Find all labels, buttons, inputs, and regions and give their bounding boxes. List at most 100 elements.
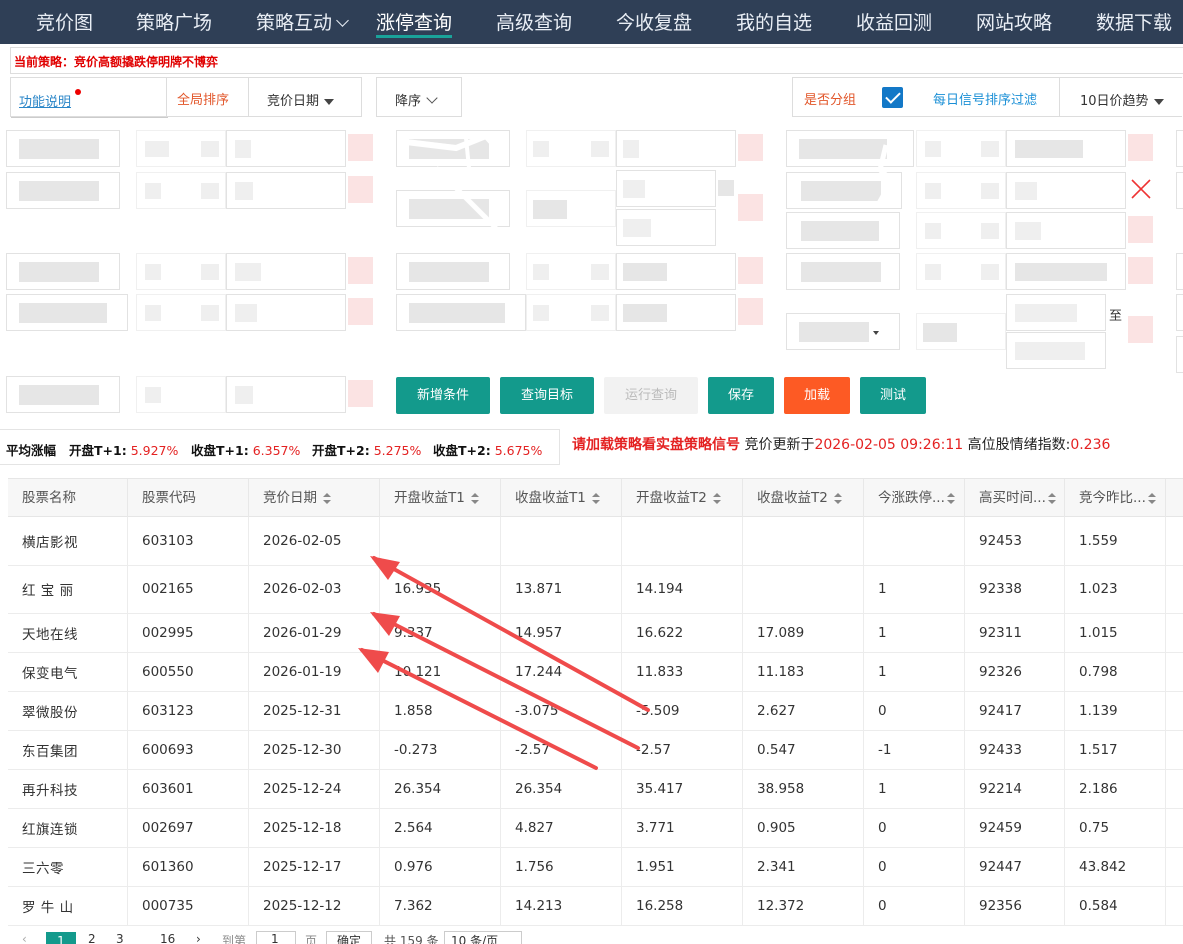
group-checkbox[interactable] — [882, 87, 903, 108]
nav-item-auction-chart[interactable]: 竞价图 — [36, 0, 93, 44]
filter-value[interactable] — [616, 170, 716, 207]
filter-operator[interactable] — [916, 253, 1006, 290]
nav-item-strategy-square[interactable]: 策略广场 — [136, 0, 212, 44]
test-button[interactable]: 测试 — [860, 377, 926, 414]
sort-icon[interactable] — [1147, 492, 1156, 504]
filter-field[interactable] — [1176, 294, 1183, 331]
column-header-limit-status[interactable]: 今涨跌停... — [864, 479, 965, 518]
load-button[interactable]: 加载 — [784, 377, 850, 414]
filter-operator[interactable] — [916, 212, 1006, 249]
filter-field[interactable] — [786, 253, 900, 290]
nav-item-limit-up-query[interactable]: 涨停查询 — [376, 0, 453, 44]
remove-condition-button[interactable] — [738, 257, 763, 284]
column-header-open-return-t1[interactable]: 开盘收益T1 — [380, 479, 501, 518]
filter-value[interactable] — [616, 209, 716, 246]
remove-condition-button[interactable] — [348, 257, 373, 284]
sort-icon[interactable] — [591, 492, 600, 504]
table-row[interactable]: 红旗连锁 002697 2025-12-18 2.564 4.827 3.771 0.905… — [8, 808, 1183, 848]
filter-field[interactable] — [1176, 336, 1183, 373]
column-header-auction-ratio[interactable]: 竞今昨比... — [1065, 479, 1166, 518]
page-size-select[interactable]: 10 条/页 — [444, 931, 522, 944]
signal-filter-link[interactable]: 每日信号排序过滤 — [933, 89, 1037, 108]
goto-page-input[interactable]: 1 — [256, 931, 296, 944]
table-row[interactable]: 保变电气 600550 2026-01-19 10.121 17.244 11.833 11… — [8, 652, 1183, 692]
table-row[interactable]: 罗 牛 山 000735 2025-12-12 7.362 14.213 16.258 12… — [8, 886, 1183, 926]
table-row[interactable]: 翠微股份 603123 2025-12-31 1.858 -3.075 -5.509 2.6… — [8, 691, 1183, 731]
table-row[interactable]: 红 宝 丽 002165 2026-02-03 16.935 13.871 14.194 1… — [8, 565, 1183, 614]
filter-operator[interactable] — [136, 130, 226, 167]
nav-item-advanced-query[interactable]: 高级查询 — [496, 0, 572, 44]
filter-dropdown[interactable] — [786, 313, 900, 350]
column-header-high-buy-time[interactable]: 高买时间... — [965, 479, 1065, 518]
nav-item-data-download[interactable]: 数据下载 — [1096, 0, 1172, 44]
filter-value[interactable] — [226, 376, 346, 413]
remove-condition-button[interactable] — [738, 298, 763, 325]
query-target-button[interactable]: 查询目标 — [500, 377, 594, 414]
filter-value[interactable] — [226, 294, 346, 331]
page-button[interactable]: 2 — [88, 932, 96, 944]
filter-field[interactable] — [6, 294, 128, 331]
remove-condition-button[interactable] — [1128, 134, 1153, 161]
sort-icon[interactable] — [470, 492, 479, 504]
column-header-stock-code[interactable]: 股票代码 — [128, 479, 249, 518]
column-header-close-return-t2[interactable]: 收盘收益T2 — [743, 479, 864, 518]
filter-field[interactable] — [6, 130, 120, 167]
remove-condition-button[interactable] — [1128, 216, 1153, 243]
filter-operator[interactable] — [526, 294, 616, 331]
remove-condition-button[interactable] — [348, 298, 373, 325]
filter-value[interactable] — [226, 130, 346, 167]
filter-value[interactable] — [226, 253, 346, 290]
filter-operator[interactable] — [916, 130, 1006, 167]
sort-order-select[interactable]: 降序 — [376, 77, 462, 117]
save-button[interactable]: 保存 — [708, 377, 774, 414]
table-row[interactable]: 天地在线 002995 2026-01-29 9.337 14.957 16.622 17.… — [8, 613, 1183, 653]
filter-field[interactable] — [396, 294, 526, 331]
close-icon[interactable] — [1130, 178, 1152, 200]
page-button[interactable]: 3 — [116, 932, 124, 944]
goto-confirm-button[interactable]: 确定 — [326, 931, 372, 944]
column-header-auction-date[interactable]: 竞价日期 — [249, 479, 380, 518]
filter-field[interactable] — [1176, 172, 1183, 209]
prev-page-icon[interactable]: ‹ — [22, 932, 27, 944]
sort-icon[interactable] — [323, 492, 331, 504]
filter-field[interactable] — [396, 253, 510, 290]
column-header-open-return-t2[interactable]: 开盘收益T2 — [622, 479, 743, 518]
nav-item-backtest[interactable]: 收益回测 — [856, 0, 932, 44]
remove-condition-button[interactable] — [1128, 257, 1153, 284]
remove-condition-button[interactable] — [1128, 316, 1153, 343]
filter-field[interactable] — [6, 253, 120, 290]
filter-value[interactable] — [1006, 212, 1126, 249]
table-row[interactable]: 三六零 601360 2025-12-17 0.976 1.756 1.951 2.341 0… — [8, 847, 1183, 887]
sort-icon[interactable] — [946, 492, 955, 504]
filter-field[interactable] — [1176, 253, 1183, 290]
filter-range-end[interactable] — [1006, 332, 1106, 369]
filter-operator[interactable] — [136, 253, 226, 290]
sort-icon[interactable] — [833, 492, 842, 504]
table-row[interactable]: 再升科技 603601 2025-12-24 26.354 26.354 35.417 38… — [8, 769, 1183, 809]
filter-value[interactable] — [1006, 172, 1126, 209]
filter-value[interactable] — [226, 172, 346, 209]
remove-condition-button[interactable] — [348, 134, 373, 161]
filter-field[interactable] — [6, 172, 120, 209]
page-button-last[interactable]: 16 — [160, 932, 175, 944]
remove-condition-button[interactable] — [738, 194, 763, 221]
table-row[interactable]: 东百集团 600693 2025-12-30 -0.273 -2.57 -2.57 0.54… — [8, 730, 1183, 770]
remove-condition-button[interactable] — [348, 380, 373, 407]
filter-value[interactable] — [616, 253, 736, 290]
nav-item-my-watchlist[interactable]: 我的自选 — [736, 0, 812, 44]
filter-field[interactable] — [786, 212, 900, 249]
filter-field[interactable] — [6, 376, 120, 413]
filter-operator[interactable] — [916, 172, 1006, 209]
run-query-button[interactable]: 运行查询 — [604, 377, 698, 414]
column-header-close-return-t1[interactable]: 收盘收益T1 — [501, 479, 622, 518]
nav-item-strategy-interaction[interactable]: 策略互动 — [256, 0, 349, 44]
sort-icon[interactable] — [1047, 492, 1056, 504]
table-row[interactable]: 横店影视 603103 2026-02-05 92453 1.559 — [8, 517, 1183, 566]
add-condition-button[interactable]: 新增条件 — [396, 377, 490, 414]
filter-value[interactable] — [1006, 130, 1126, 167]
filter-operator[interactable] — [136, 172, 226, 209]
remove-condition-button[interactable] — [738, 134, 763, 161]
filter-value[interactable] — [616, 130, 736, 167]
filter-operator[interactable] — [526, 253, 616, 290]
column-header-stock-name[interactable]: 股票名称 — [8, 479, 128, 518]
